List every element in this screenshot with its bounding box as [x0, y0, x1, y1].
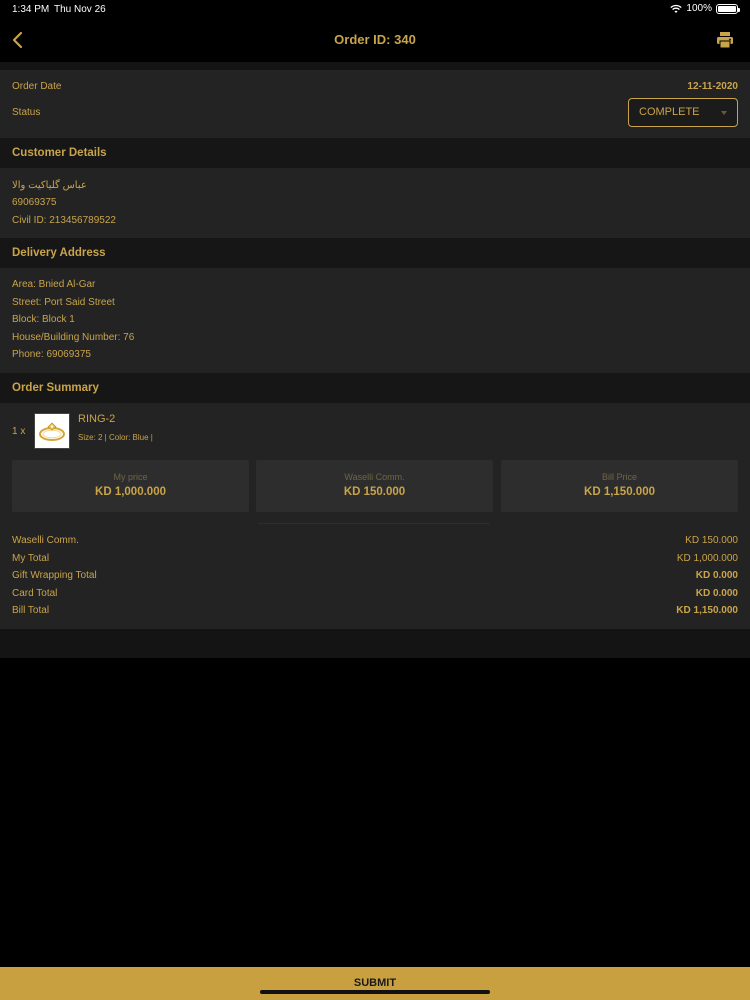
chevron-down-icon [721, 111, 727, 115]
total-label-card: Card Total [12, 588, 58, 599]
status-bar: 1:34 PM Thu Nov 26 100% [0, 0, 750, 20]
total-label-waselli: Waselli Comm. [12, 535, 79, 546]
total-label-bill: Bill Total [12, 605, 50, 616]
product-name: RING-2 [78, 413, 116, 425]
order-summary-title: Order Summary [12, 382, 99, 394]
total-value-bill: KD 1,150.000 [676, 605, 738, 616]
bottom-band [0, 629, 750, 658]
submit-button[interactable]: SUBMIT [0, 967, 750, 1000]
delivery-street: Street: Port Said Street [12, 297, 115, 308]
battery-icon [716, 3, 740, 14]
delivery-block: Block: Block 1 [12, 314, 75, 325]
bill-price-value: KD 1,150.000 [584, 486, 655, 498]
home-indicator [260, 990, 490, 994]
total-value-card: KD 0.000 [695, 588, 738, 599]
status-time: 1:34 PM [12, 4, 50, 15]
customer-civil-id: Civil ID: 213456789522 [12, 215, 116, 226]
delivery-address-title: Delivery Address [12, 247, 106, 259]
order-date-value: 12-11-2020 [687, 81, 738, 92]
bill-price-title: Bill Price [601, 472, 637, 482]
delivery-phone: Phone: 69069375 [12, 349, 91, 360]
status-label: Status [12, 107, 41, 118]
delivery-area: Area: Bnied Al-Gar [12, 279, 96, 290]
my-price-value: KD 1,000.000 [95, 486, 166, 498]
item-quantity: 1 x [12, 426, 26, 437]
delivery-address-header: Delivery Address [0, 238, 750, 268]
total-value-waselli: KD 150.000 [685, 535, 738, 546]
customer-phone: 69069375 [12, 197, 57, 208]
page-title: Order ID: 340 [334, 32, 416, 47]
customer-name: عباس گلیاکیت والا [12, 180, 87, 191]
total-value-my-total: KD 1,000.000 [676, 553, 738, 564]
battery-percent: 100% [686, 3, 712, 14]
ring-icon [39, 422, 65, 441]
customer-details-title: Customer Details [12, 147, 107, 159]
product-details: Size: 2 | Color: Blue | [78, 433, 153, 442]
status-right: 100% [670, 3, 740, 14]
status-dropdown[interactable]: COMPLETE [628, 98, 738, 127]
order-summary-header: Order Summary [0, 373, 750, 403]
delivery-address-panel [0, 268, 750, 373]
bill-price-card: Bill Price KD 1,150.000 [501, 460, 738, 512]
separator [0, 62, 750, 70]
order-date-label: Order Date [12, 81, 62, 92]
my-price-card: My price KD 1,000.000 [12, 460, 249, 512]
nav-bar: Order ID: 340 [0, 20, 750, 62]
total-value-gift-wrapping: KD 0.000 [695, 570, 738, 581]
customer-details-panel [0, 168, 750, 238]
summary-divider [258, 523, 490, 524]
total-label-gift-wrapping: Gift Wrapping Total [12, 570, 97, 581]
waselli-comm-card: Waselli Comm. KD 150.000 [256, 460, 493, 512]
waselli-comm-title: Waselli Comm. [344, 472, 405, 482]
total-label-my-total: My Total [12, 553, 50, 564]
customer-details-header: Customer Details [0, 138, 750, 168]
status-dropdown-value: COMPLETE [639, 106, 700, 118]
wifi-icon [670, 4, 683, 13]
product-image[interactable] [34, 413, 70, 449]
status-date: Thu Nov 26 [54, 4, 106, 15]
printer-icon[interactable] [716, 31, 734, 49]
my-price-title: My price [113, 472, 148, 482]
waselli-comm-value: KD 150.000 [343, 486, 406, 498]
submit-label: SUBMIT [353, 977, 397, 989]
delivery-house: House/Building Number: 76 [12, 332, 135, 343]
